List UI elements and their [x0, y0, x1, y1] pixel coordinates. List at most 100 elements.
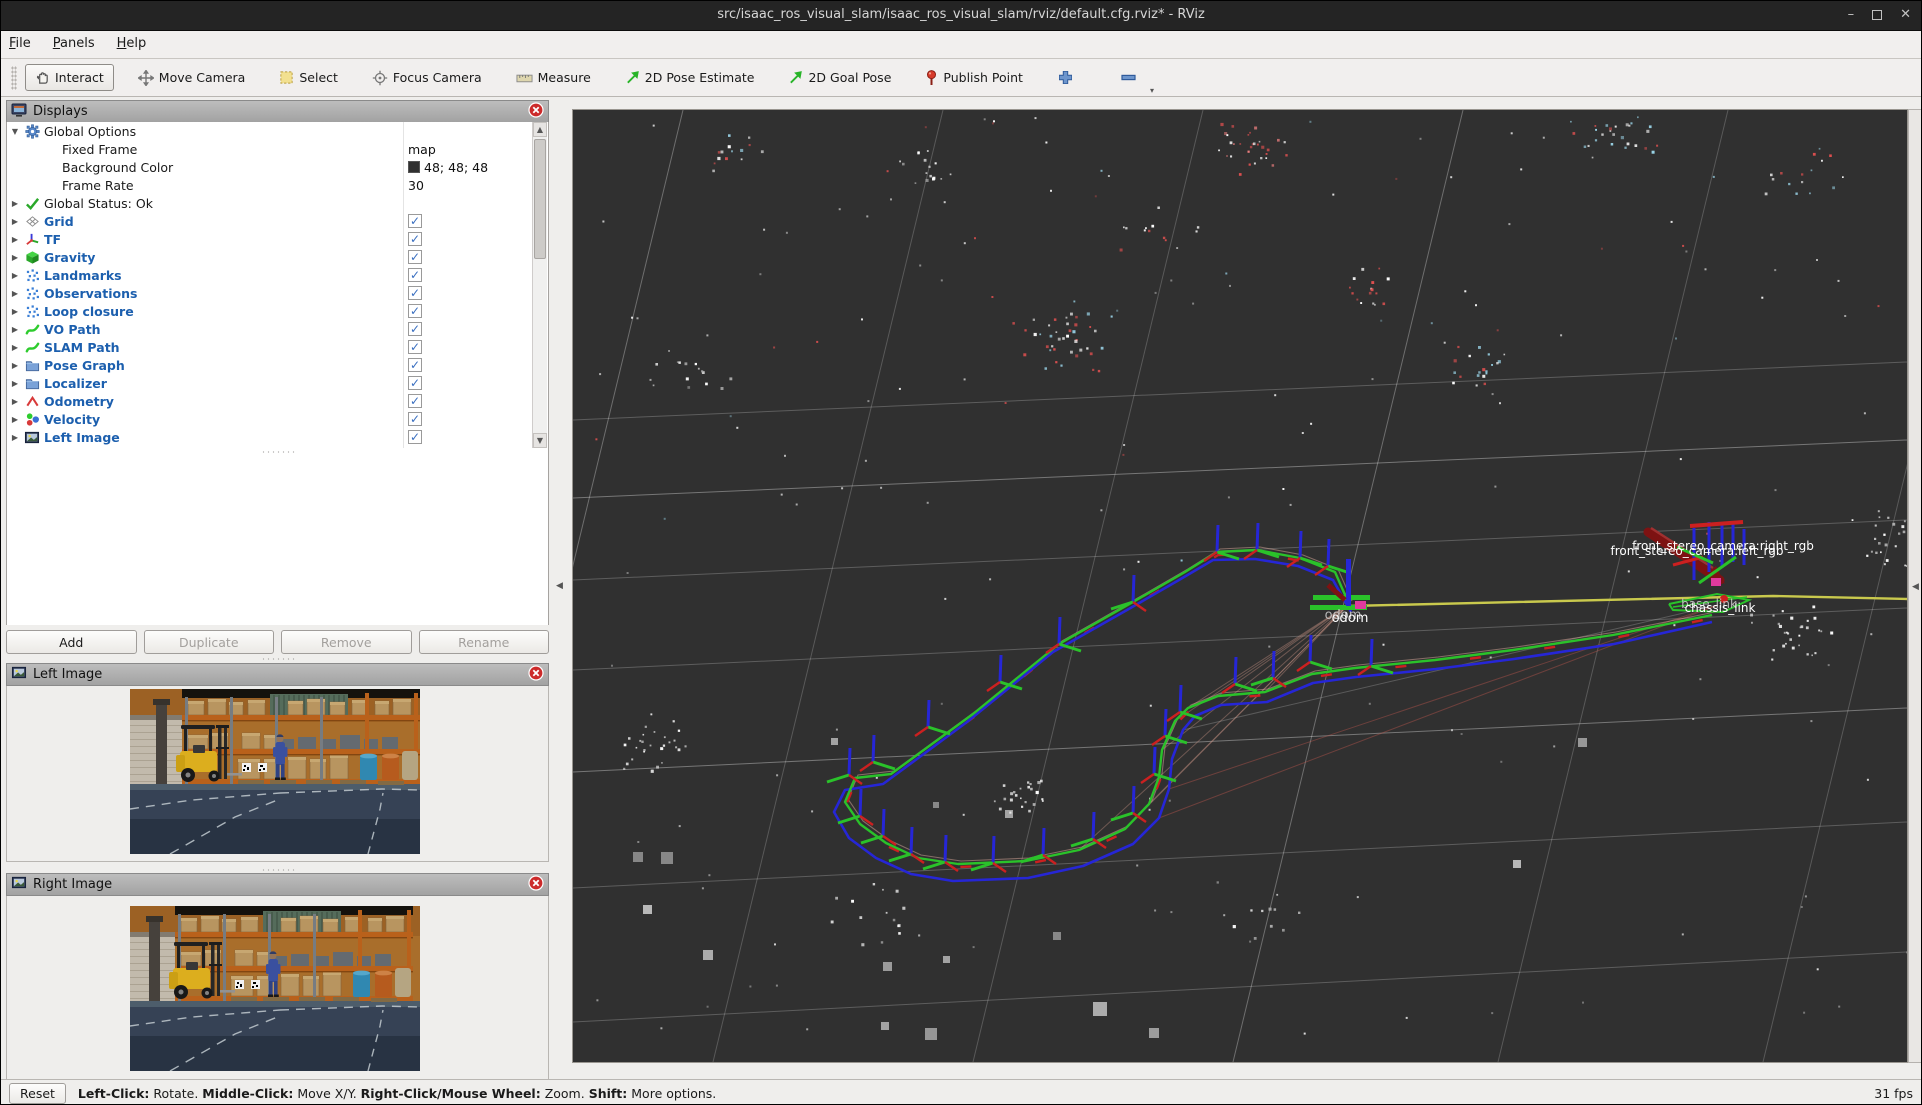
expander-closed-icon[interactable]: ▶	[7, 415, 23, 424]
add-button[interactable]: Add	[6, 630, 137, 654]
tool-interact[interactable]: Interact	[25, 64, 114, 91]
expander-closed-icon[interactable]: ▶	[7, 289, 23, 298]
display-row-localizer[interactable]: ▶Localizer✓	[7, 374, 548, 392]
tree-row-fixed-frame[interactable]: Fixed Framemap	[7, 140, 548, 158]
display-row-pose-graph[interactable]: ▶Pose Graph✓	[7, 356, 548, 374]
tool-select[interactable]: Select	[269, 64, 348, 91]
value-text[interactable]: 48; 48; 48	[424, 160, 488, 175]
green-arrow-icon	[625, 70, 640, 85]
value-text[interactable]: map	[408, 142, 436, 157]
enabled-checkbox[interactable]: ✓	[408, 394, 422, 408]
enabled-checkbox[interactable]: ✓	[408, 268, 422, 282]
row-value[interactable]: ✓	[408, 250, 422, 264]
close-button[interactable]: ✕	[1900, 6, 1911, 26]
expander-closed-icon[interactable]: ▶	[7, 307, 23, 316]
toolbar-drag-handle[interactable]	[11, 66, 17, 90]
row-value[interactable]: ✓	[408, 214, 422, 228]
scrollbar-thumb[interactable]	[534, 139, 546, 259]
scroll-down-icon[interactable]: ▼	[533, 433, 547, 448]
enabled-checkbox[interactable]: ✓	[408, 430, 422, 444]
tool-measure[interactable]: Measure	[506, 64, 601, 91]
tool-focus-camera[interactable]: Focus Camera	[362, 64, 492, 92]
display-row-left-image[interactable]: ▶Left Image✓	[7, 428, 548, 446]
expander-closed-icon[interactable]: ▶	[7, 379, 23, 388]
expander-closed-icon[interactable]: ▶	[7, 199, 23, 208]
display-row-odometry[interactable]: ▶Odometry✓	[7, 392, 548, 410]
maximize-button[interactable]	[1872, 6, 1882, 26]
row-value[interactable]: 30	[408, 178, 424, 193]
menu-item-file[interactable]: File	[9, 36, 31, 51]
tool-move-camera[interactable]: Move Camera	[128, 64, 256, 92]
tree-splitter-handle[interactable]	[7, 448, 548, 455]
tool-2d-pose-estimate[interactable]: 2D Pose Estimate	[615, 64, 765, 91]
tool-publish-point[interactable]: Publish Point	[915, 64, 1033, 92]
row-value[interactable]: ✓	[408, 394, 422, 408]
right-image-close-icon[interactable]	[528, 875, 544, 895]
display-row-vo-path[interactable]: ▶VO Path✓	[7, 320, 548, 338]
focus-icon	[372, 70, 388, 86]
row-value[interactable]: map	[408, 142, 436, 157]
enabled-checkbox[interactable]: ✓	[408, 322, 422, 336]
row-value[interactable]: ✓	[408, 430, 422, 444]
reset-button[interactable]: Reset	[9, 1083, 66, 1104]
add-tool-button[interactable]	[1047, 63, 1084, 92]
row-value[interactable]: ✓	[408, 232, 422, 246]
expander-open-icon[interactable]: ▼	[7, 127, 23, 136]
row-value[interactable]: ✓	[408, 376, 422, 390]
expander-closed-icon[interactable]: ▶	[7, 361, 23, 370]
enabled-checkbox[interactable]: ✓	[408, 304, 422, 318]
tree-row-global-status-ok[interactable]: ▶Global Status: Ok	[7, 194, 548, 212]
expander-closed-icon[interactable]: ▶	[7, 253, 23, 262]
row-value[interactable]: ✓	[408, 268, 422, 282]
row-value[interactable]: 48; 48; 48	[408, 160, 488, 175]
scroll-up-icon[interactable]: ▲	[533, 122, 547, 137]
tree-row-background-color[interactable]: Background Color48; 48; 48	[7, 158, 548, 176]
render-viewport[interactable]: odomodomfront_stereo_camera:left_rgbfron…	[572, 109, 1908, 1063]
right-panel-collapse-handle[interactable]: ◀	[1910, 570, 1921, 604]
menu-item-panels[interactable]: Panels	[53, 36, 95, 51]
minimize-button[interactable]: –	[1848, 6, 1855, 26]
row-value[interactable]: ✓	[408, 340, 422, 354]
enabled-checkbox[interactable]: ✓	[408, 232, 422, 246]
enabled-checkbox[interactable]: ✓	[408, 250, 422, 264]
displays-tree-scrollbar[interactable]: ▲ ▼	[532, 122, 547, 448]
display-row-tf[interactable]: ▶TF✓	[7, 230, 548, 248]
row-value[interactable]: ✓	[408, 304, 422, 318]
tool-2d-goal-pose[interactable]: 2D Goal Pose	[778, 64, 901, 91]
row-value[interactable]: ✓	[408, 412, 422, 426]
row-value[interactable]: ✓	[408, 286, 422, 300]
displays-close-icon[interactable]	[528, 102, 544, 122]
expander-closed-icon[interactable]: ▶	[7, 325, 23, 334]
display-row-velocity[interactable]: ▶Velocity✓	[7, 410, 548, 428]
panel-splitter-handle-2[interactable]	[6, 866, 549, 873]
enabled-checkbox[interactable]: ✓	[408, 376, 422, 390]
expander-closed-icon[interactable]: ▶	[7, 433, 23, 442]
tree-row-global-options[interactable]: ▼Global Options	[7, 122, 548, 140]
tree-row-frame-rate[interactable]: Frame Rate30	[7, 176, 548, 194]
enabled-checkbox[interactable]: ✓	[408, 214, 422, 228]
enabled-checkbox[interactable]: ✓	[408, 286, 422, 300]
left-image-close-icon[interactable]	[528, 665, 544, 685]
expander-closed-icon[interactable]: ▶	[7, 397, 23, 406]
display-row-gravity[interactable]: ▶Gravity✓	[7, 248, 548, 266]
display-row-grid[interactable]: ▶Grid✓	[7, 212, 548, 230]
display-row-slam-path[interactable]: ▶SLAM Path✓	[7, 338, 548, 356]
display-row-landmarks[interactable]: ▶Landmarks✓	[7, 266, 548, 284]
display-row-observations[interactable]: ▶Observations✓	[7, 284, 548, 302]
left-panel-collapse-handle[interactable]: ◀	[554, 569, 565, 603]
menu-item-help[interactable]: Help	[117, 36, 147, 51]
row-value[interactable]: ✓	[408, 322, 422, 336]
expander-closed-icon[interactable]: ▶	[7, 343, 23, 352]
expander-closed-icon[interactable]: ▶	[7, 235, 23, 244]
panel-splitter-handle[interactable]	[6, 655, 549, 662]
enabled-checkbox[interactable]: ✓	[408, 358, 422, 372]
expander-closed-icon[interactable]: ▶	[7, 271, 23, 280]
enabled-checkbox[interactable]: ✓	[408, 340, 422, 354]
remove-tool-button[interactable]: ▾	[1110, 63, 1147, 92]
enabled-checkbox[interactable]: ✓	[408, 412, 422, 426]
row-value[interactable]: ✓	[408, 358, 422, 372]
value-text[interactable]: 30	[408, 178, 424, 193]
expander-closed-icon[interactable]: ▶	[7, 217, 23, 226]
right-image-view	[6, 896, 549, 1079]
display-row-loop-closure[interactable]: ▶Loop closure✓	[7, 302, 548, 320]
